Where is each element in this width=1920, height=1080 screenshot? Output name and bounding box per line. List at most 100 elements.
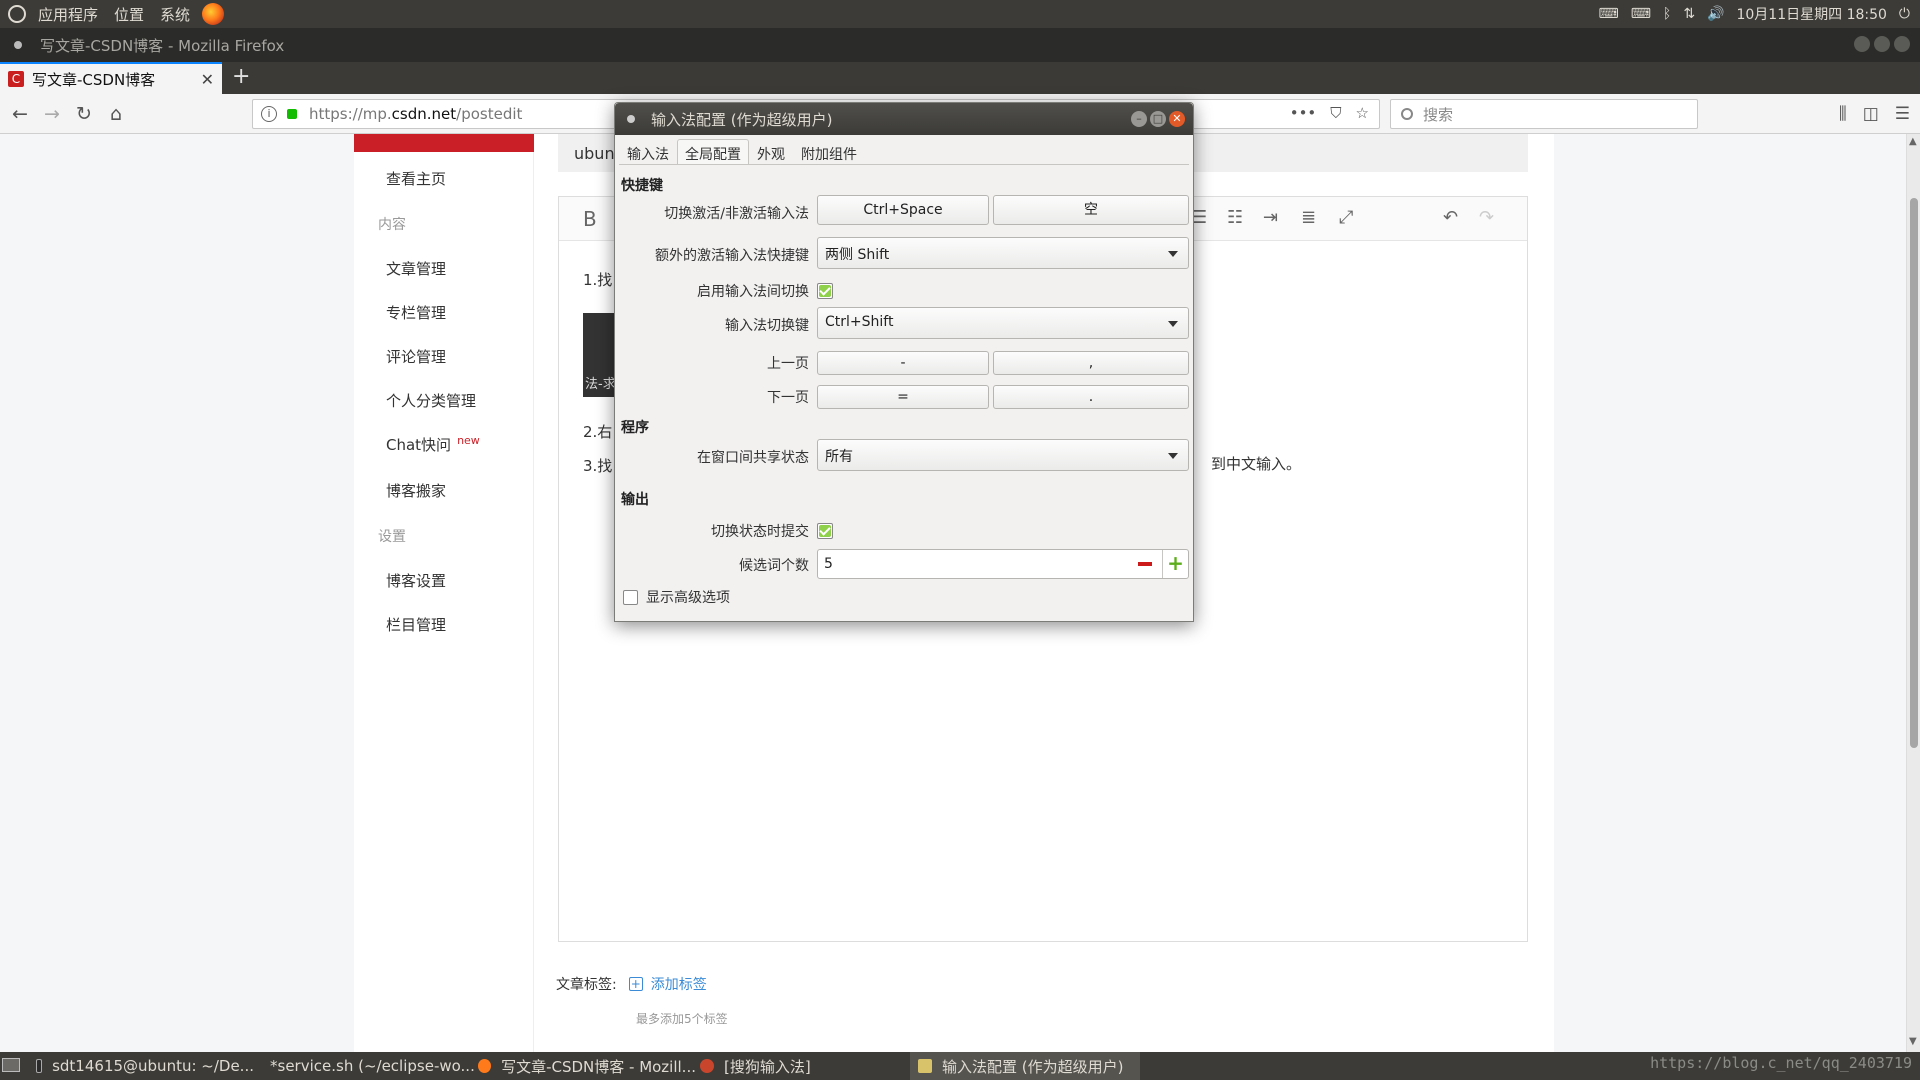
decrement-icon[interactable] (1138, 562, 1152, 566)
clock[interactable]: 10月11日星期四 18:50 (1736, 4, 1886, 24)
bookmark-star-icon[interactable]: ☆ (1356, 104, 1369, 122)
search-input[interactable]: 搜索 (1390, 99, 1698, 129)
forward-icon[interactable]: → (40, 102, 64, 126)
menu-places[interactable]: 位置 (106, 4, 152, 25)
task-gedit-label: *service.sh (~/eclipse-wo... (270, 1057, 475, 1075)
close-button[interactable] (1894, 36, 1910, 52)
share-state-select[interactable]: 所有 (817, 439, 1189, 471)
next-page-label: 下一页 (767, 390, 809, 406)
sidebar-item-view-home[interactable]: 查看主页 (386, 168, 446, 189)
menu-applications[interactable]: 应用程序 (30, 4, 106, 25)
page-actions-icon[interactable]: ••• (1290, 104, 1317, 122)
undo-icon[interactable]: ↶ (1443, 207, 1458, 228)
tab-addons[interactable]: 附加组件 (793, 139, 865, 164)
switch-key-select[interactable]: Ctrl+Shift (817, 307, 1189, 339)
scroll-down-icon[interactable]: ▼ (1909, 1036, 1917, 1047)
show-advanced-option[interactable]: 显示高级选项 (623, 587, 730, 607)
commit-on-switch-checkbox[interactable] (817, 523, 833, 539)
back-icon[interactable]: ← (8, 102, 32, 126)
sidebar-item-comments[interactable]: 评论管理 (386, 346, 446, 367)
im-config-dialog: 输入法配置 (作为超级用户) – □ ✕ 输入法 全局配置 外观 附加组件 快捷… (614, 102, 1194, 622)
url-text[interactable]: https://mp.csdn.net/postedit (309, 105, 522, 123)
show-desktop-icon[interactable] (2, 1058, 20, 1072)
firefox-launcher-icon[interactable] (202, 3, 225, 25)
sidebar-item-chat[interactable]: Chat快问 new (386, 434, 480, 455)
reload-icon[interactable]: ↻ (72, 102, 96, 126)
library-icon[interactable]: ⫼ (1839, 104, 1847, 124)
sidebar-item-columns[interactable]: 专栏管理 (386, 302, 446, 323)
task-gedit[interactable]: *service.sh (~/eclipse-wo... (260, 1052, 475, 1080)
minimize-button[interactable] (1854, 36, 1870, 52)
dialog-title-bar[interactable]: 输入法配置 (作为超级用户) – □ ✕ (615, 103, 1193, 135)
sidebar-item-column-manage[interactable]: 栏目管理 (386, 614, 446, 635)
tab-appearance[interactable]: 外观 (749, 139, 793, 164)
extra-trigger-label: 额外的激活输入法快捷键 (655, 248, 809, 264)
new-tab-icon[interactable]: + (232, 64, 250, 89)
increment-icon[interactable]: + (1162, 550, 1188, 578)
csdn-sidebar: 查看主页 内容 文章管理 专栏管理 评论管理 个人分类管理 Chat快问 new … (354, 134, 534, 1052)
redo-icon[interactable]: ↷ (1479, 207, 1494, 228)
editor-line-3-tail: 到中文输入。 (1211, 455, 1302, 473)
next-page-key-1-button[interactable]: = (817, 385, 989, 409)
sidebar-item-blog-settings[interactable]: 博客设置 (386, 570, 446, 591)
add-tag-icon[interactable]: + (628, 977, 643, 991)
close-tab-icon[interactable]: ✕ (201, 70, 214, 89)
network-icon[interactable]: ⇅ (1683, 6, 1695, 22)
tab-csdn-editor[interactable]: C 写文章-CSDN博客 ✕ (0, 62, 222, 94)
prev-page-key-1-button[interactable]: - (817, 351, 989, 375)
tab-global-config[interactable]: 全局配置 (677, 139, 749, 164)
volume-icon[interactable]: 🔊 (1707, 6, 1724, 22)
toggle-key-1-button[interactable]: Ctrl+Space (817, 195, 989, 225)
ordered-list-icon[interactable]: ≣ (1301, 207, 1316, 228)
menu-system[interactable]: 系统 (152, 4, 198, 25)
show-advanced-checkbox[interactable] (623, 589, 638, 605)
tab-input-methods[interactable]: 输入法 (619, 139, 677, 164)
sidebar-item-articles[interactable]: 文章管理 (386, 258, 446, 279)
input-method-indicator-icon[interactable]: ⌨ (1631, 6, 1651, 22)
sidebar-active-item[interactable] (354, 134, 534, 152)
bold-button[interactable]: B (583, 207, 597, 231)
task-terminal[interactable]: sdt14615@ubuntu: ~/De... (36, 1052, 254, 1080)
sidebar-header-settings: 设置 (378, 529, 406, 545)
indent-icon[interactable]: ⇥ (1263, 207, 1278, 228)
editor-line-1: 1.找 (583, 271, 613, 289)
extra-trigger-select[interactable]: 两侧 Shift (817, 237, 1189, 269)
keyboard-indicator-icon[interactable]: ⌨ (1598, 6, 1618, 22)
sogou-icon (700, 1059, 714, 1073)
system-top-panel: 应用程序 位置 系统 ⌨ ⌨ ᛒ ⇅ 🔊 10月11日星期四 18:50 ⏻ (0, 0, 1920, 28)
task-im-config[interactable]: 输入法配置 (作为超级用户) (910, 1052, 1140, 1080)
next-page-key-2-button[interactable]: . (993, 385, 1189, 409)
sidebar-toggle-icon[interactable]: ◫ (1863, 104, 1879, 124)
pocket-icon[interactable]: ⛉ (1330, 104, 1341, 122)
add-tag-link[interactable]: 添加标签 (651, 974, 707, 994)
window-menu-icon[interactable] (14, 41, 22, 49)
bluetooth-icon[interactable]: ᛒ (1663, 6, 1671, 22)
scrollbar-thumb[interactable] (1910, 198, 1918, 748)
site-info-icon[interactable]: i (261, 106, 277, 122)
toggle-key-2-button[interactable]: 空 (993, 195, 1189, 225)
dialog-minimize-button[interactable]: – (1131, 111, 1147, 127)
scroll-up-icon[interactable]: ▲ (1909, 136, 1917, 147)
dialog-menu-icon[interactable] (627, 115, 635, 123)
sidebar-item-categories[interactable]: 个人分类管理 (386, 390, 476, 411)
dialog-maximize-button[interactable]: □ (1150, 111, 1166, 127)
maximize-button[interactable] (1874, 36, 1890, 52)
task-sogou[interactable]: [搜狗输入法] (700, 1052, 900, 1080)
prev-page-key-2-button[interactable]: , (993, 351, 1189, 375)
task-firefox[interactable]: 写文章-CSDN博客 - Mozill... (478, 1052, 696, 1080)
list-icon[interactable]: ☷ (1227, 207, 1243, 228)
secure-lock-icon[interactable] (287, 109, 297, 119)
ubuntu-logo-icon[interactable] (8, 5, 26, 23)
hamburger-menu-icon[interactable]: ☰ (1895, 104, 1910, 124)
sidebar-item-migrate[interactable]: 博客搬家 (386, 480, 446, 501)
im-config-icon (918, 1059, 932, 1073)
fullscreen-icon[interactable]: ⤢ (1339, 207, 1353, 228)
window-title-bar: 写文章-CSDN博客 - Mozilla Firefox (0, 28, 1920, 62)
enable-switch-checkbox[interactable] (817, 283, 833, 299)
power-icon[interactable]: ⏻ (1899, 6, 1910, 22)
candidate-count-spinner[interactable]: 5 + (817, 549, 1189, 579)
dialog-close-button[interactable]: ✕ (1169, 111, 1185, 127)
page-scrollbar[interactable]: ▲ ▼ (1906, 134, 1920, 1052)
home-icon[interactable]: ⌂ (104, 102, 128, 126)
candidate-count-value[interactable]: 5 (824, 556, 833, 572)
